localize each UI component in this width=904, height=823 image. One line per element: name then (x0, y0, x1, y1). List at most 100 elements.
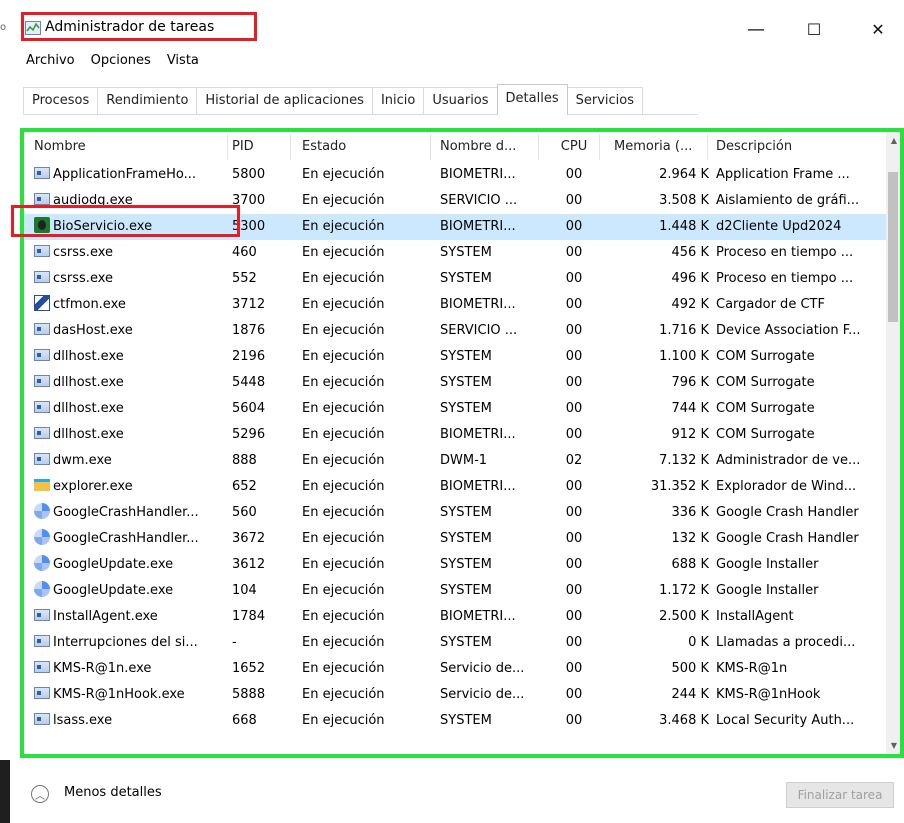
table-row[interactable]: ApplicationFrameHo... 5800 En ejecución BIO… (24, 162, 890, 188)
tab-historial[interactable]: Historial de aplicaciones (196, 87, 373, 114)
process-user: SYSTEM (440, 557, 492, 572)
title-bar[interactable]: o Administrador de tareas — ☐ ✕ (0, 0, 904, 48)
scrollbar-thumb[interactable] (888, 172, 898, 322)
col-header-description[interactable]: Descripción (716, 132, 892, 162)
table-row[interactable]: dllhost.exe 5604 En ejecución SYSTEM 00 744 K… (24, 396, 890, 422)
process-name-text: InstallAgent.exe (53, 609, 158, 624)
process-status: En ejecución (302, 609, 385, 624)
process-memory: 912 K (671, 427, 709, 442)
process-cpu: 00 (565, 349, 583, 364)
tab-inicio[interactable]: Inicio (371, 87, 425, 114)
maximize-button[interactable]: ☐ (794, 14, 834, 44)
chevron-up-icon[interactable]: ︿ (31, 785, 49, 803)
process-memory: 1.172 K (659, 583, 709, 598)
process-description: Local Security Auth... (716, 713, 855, 728)
menu-vista[interactable]: Vista (167, 53, 199, 75)
scroll-up-arrow-icon[interactable]: ▲ (891, 136, 897, 145)
tab-usuarios[interactable]: Usuarios (423, 87, 498, 114)
window-app-icon (34, 271, 50, 283)
column-divider[interactable] (538, 134, 539, 160)
process-name: csrss.exe (34, 240, 230, 266)
close-button[interactable]: ✕ (858, 14, 898, 44)
google-icon (34, 503, 50, 519)
vertical-scrollbar[interactable]: ▲ ▼ (886, 132, 900, 754)
col-header-cpu[interactable]: CPU (554, 132, 594, 162)
process-user: BIOMETRI... (440, 297, 516, 312)
column-divider[interactable] (599, 134, 600, 160)
process-description: KMS-R@1nHook (716, 687, 821, 702)
table-row[interactable]: csrss.exe 552 En ejecución SYSTEM 00 496 K Pro… (24, 266, 890, 292)
table-row[interactable]: GoogleCrashHandler... 560 En ejecución SYST… (24, 500, 890, 526)
column-divider[interactable] (707, 134, 708, 160)
minimize-button[interactable]: — (736, 14, 776, 44)
table-row[interactable]: dasHost.exe 1876 En ejecución SERVICIO ... 0… (24, 318, 890, 344)
process-cpu: 00 (565, 323, 583, 338)
process-cpu: 00 (565, 687, 583, 702)
process-user: SYSTEM (440, 505, 492, 520)
process-name-text: explorer.exe (53, 479, 133, 494)
col-header-user[interactable]: Nombre d... (440, 132, 540, 162)
tab-procesos[interactable]: Procesos (23, 87, 99, 114)
process-name-text: dllhost.exe (53, 427, 124, 442)
process-name: Interrupciones del si... (34, 630, 230, 656)
window-app-icon (34, 635, 50, 647)
column-divider[interactable] (430, 134, 431, 160)
table-row[interactable]: lsass.exe 668 En ejecución SYSTEM 00 3.468 K L… (24, 708, 890, 734)
menu-opciones[interactable]: Opciones (91, 53, 151, 75)
tab-servicios[interactable]: Servicios (566, 87, 644, 114)
less-details-link[interactable]: Menos detalles (64, 785, 162, 800)
col-header-memory[interactable]: Memoria (... (614, 132, 714, 162)
process-description: COM Surrogate (716, 427, 815, 442)
table-row[interactable]: GoogleUpdate.exe 104 En ejecución SYSTEM 00 1… (24, 578, 890, 604)
window-app-icon (34, 401, 50, 413)
scroll-down-arrow-icon[interactable]: ▼ (891, 741, 897, 750)
table-row[interactable]: Interrupciones del si... - En ejecución SYS… (24, 630, 890, 656)
table-row[interactable]: InstallAgent.exe 1784 En ejecución BIOMETRI… (24, 604, 890, 630)
process-name: KMS-R@1nHook.exe (34, 682, 230, 708)
process-name: dllhost.exe (34, 344, 230, 370)
process-name-text: csrss.exe (53, 245, 114, 260)
title-annotation-box (21, 12, 257, 41)
menu-archivo[interactable]: Archivo (26, 53, 75, 75)
process-user: SYSTEM (440, 531, 492, 546)
process-description: Cargador de CTF (716, 297, 825, 312)
process-status: En ejecución (302, 713, 385, 728)
process-pid: 3700 (232, 193, 266, 208)
table-row[interactable]: dllhost.exe 5296 En ejecución BIOMETRI... 00… (24, 422, 890, 448)
table-row[interactable]: dllhost.exe 5448 En ejecución SYSTEM 00 796 K… (24, 370, 890, 396)
tab-rendimiento[interactable]: Rendimiento (97, 87, 198, 114)
process-name: GoogleUpdate.exe (34, 578, 230, 604)
window-app-icon (34, 349, 50, 361)
process-pid: 104 (232, 583, 257, 598)
process-description: Google Installer (716, 583, 819, 598)
process-pid: 3612 (232, 557, 266, 572)
process-status: En ejecución (302, 661, 385, 676)
table-row[interactable]: dwm.exe 888 En ejecución DWM-1 02 7.132 K Admi… (24, 448, 890, 474)
table-row[interactable]: KMS-R@1nHook.exe 5888 En ejecución Servicio… (24, 682, 890, 708)
table-row[interactable]: KMS-R@1n.exe 1652 En ejecución Servicio de.… (24, 656, 890, 682)
process-memory: 336 K (671, 505, 709, 520)
tab-detalles[interactable]: Detalles (496, 84, 568, 115)
google-icon (34, 555, 50, 571)
process-name-text: GoogleCrashHandler... (53, 531, 199, 546)
col-header-status[interactable]: Estado (302, 132, 442, 162)
col-header-pid[interactable]: PID (232, 132, 292, 162)
table-row[interactable]: GoogleCrashHandler... 3672 En ejecución SYS… (24, 526, 890, 552)
col-header-name[interactable]: Nombre (34, 132, 230, 162)
process-memory: 1.448 K (659, 219, 709, 234)
process-cpu: 02 (565, 453, 583, 468)
column-divider[interactable] (227, 134, 228, 160)
process-memory: 744 K (671, 401, 709, 416)
window-app-icon (34, 323, 50, 335)
table-row[interactable]: ctfmon.exe 3712 En ejecución BIOMETRI... 00 4… (24, 292, 890, 318)
table-row[interactable]: dllhost.exe 2196 En ejecución SYSTEM 00 1.100… (24, 344, 890, 370)
column-divider[interactable] (290, 134, 291, 160)
process-status: En ejecución (302, 219, 385, 234)
process-user: BIOMETRI... (440, 479, 516, 494)
table-row[interactable]: csrss.exe 460 En ejecución SYSTEM 00 456 K Pro… (24, 240, 890, 266)
table-row[interactable]: explorer.exe 652 En ejecución BIOMETRI... 00… (24, 474, 890, 500)
end-task-button[interactable]: Finalizar tarea (786, 782, 894, 808)
process-memory: 7.132 K (659, 453, 709, 468)
process-status: En ejecución (302, 453, 385, 468)
table-row[interactable]: GoogleUpdate.exe 3612 En ejecución SYSTEM 00… (24, 552, 890, 578)
